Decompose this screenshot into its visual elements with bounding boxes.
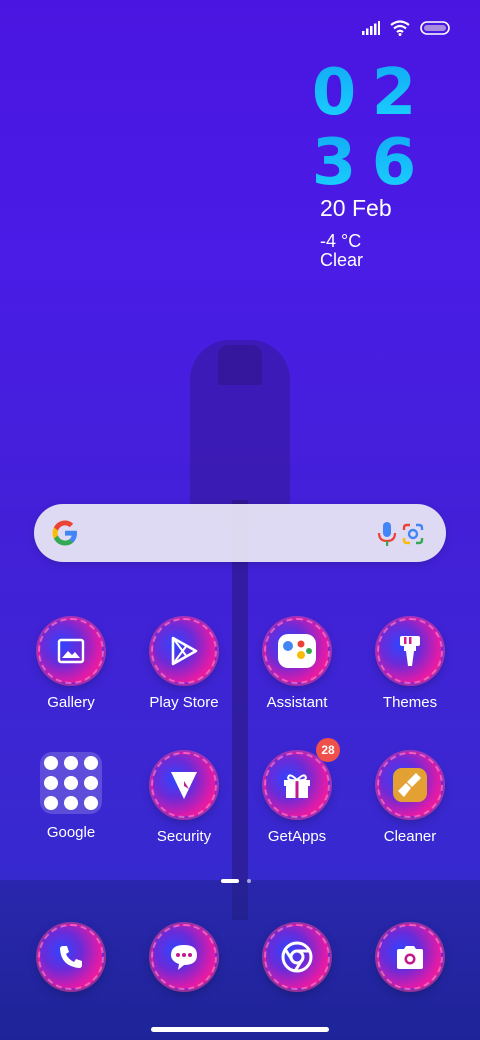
gesture-navigation-bar[interactable]	[151, 1027, 329, 1032]
clock-hours: 0 2	[310, 58, 420, 128]
play-store-icon	[151, 618, 217, 684]
lens-icon[interactable]	[400, 522, 426, 546]
app-label: Google	[46, 824, 96, 841]
app-label: GetApps	[267, 828, 327, 845]
notification-badge: 28	[316, 738, 340, 762]
maps-icon	[84, 756, 98, 770]
clock-digit: 6	[371, 126, 419, 200]
gmail-icon	[64, 756, 78, 770]
dock-messages[interactable]	[129, 924, 239, 990]
camera-icon	[377, 924, 443, 990]
google-g-icon	[52, 520, 77, 546]
clock-minutes: 3 6	[310, 128, 420, 198]
gmail-icon	[44, 756, 58, 770]
folder-icon	[40, 752, 102, 814]
page-dot	[247, 879, 251, 883]
app-assistant[interactable]: Assistant	[242, 618, 352, 711]
app-label: Play Store	[149, 694, 219, 711]
status-bar	[362, 18, 450, 38]
clock-widget[interactable]: 0 2 3 6	[310, 58, 420, 198]
drive-icon	[84, 796, 98, 810]
app-security[interactable]: Security	[129, 752, 239, 845]
folder-google[interactable]: Google	[16, 752, 126, 841]
cleaner-icon	[377, 752, 443, 818]
app-label: Gallery	[47, 694, 95, 711]
wifi-icon	[390, 20, 410, 36]
app-label: Cleaner	[383, 828, 437, 845]
dock-chrome[interactable]	[242, 924, 352, 990]
app-label: Security	[156, 828, 212, 845]
themes-icon	[377, 618, 443, 684]
phone-icon	[38, 924, 104, 990]
battery-icon	[420, 21, 450, 35]
page-dot-active	[221, 879, 239, 883]
weather-temperature: -4 °C	[320, 231, 362, 251]
signal-icon	[362, 21, 380, 35]
clock-digit: 2	[371, 56, 419, 130]
security-icon	[151, 752, 217, 818]
app-gallery[interactable]: Gallery	[16, 618, 126, 711]
date-label[interactable]: 20 Feb	[320, 195, 392, 222]
app-cleaner[interactable]: Cleaner	[355, 752, 465, 845]
app-play-store[interactable]: Play Store	[129, 618, 239, 711]
files-icon	[44, 796, 58, 810]
weather-widget[interactable]: -4 °C Clear	[320, 232, 363, 270]
app-label: Assistant	[266, 694, 328, 711]
wallpaper-lamp	[190, 340, 290, 510]
app-getapps[interactable]: 28 GetApps	[242, 738, 352, 845]
page-indicator[interactable]	[221, 879, 251, 883]
app-themes[interactable]: Themes	[355, 618, 465, 711]
clock-digit: 0	[311, 56, 359, 130]
dock-camera[interactable]	[355, 924, 465, 990]
gift-icon	[264, 752, 330, 818]
assistant-icon	[264, 618, 330, 684]
clock-digit: 3	[311, 126, 359, 200]
weather-condition: Clear	[320, 250, 364, 270]
mic-icon[interactable]	[376, 520, 398, 548]
google-search-bar[interactable]	[34, 504, 446, 562]
youtube-icon	[84, 776, 98, 790]
dock-phone[interactable]	[16, 924, 126, 990]
photos-icon	[64, 796, 78, 810]
photos-icon	[64, 776, 78, 790]
messages-icon	[151, 924, 217, 990]
app-label: Themes	[382, 694, 438, 711]
gallery-icon	[38, 618, 104, 684]
chrome-icon	[264, 924, 330, 990]
duo-icon	[44, 776, 58, 790]
